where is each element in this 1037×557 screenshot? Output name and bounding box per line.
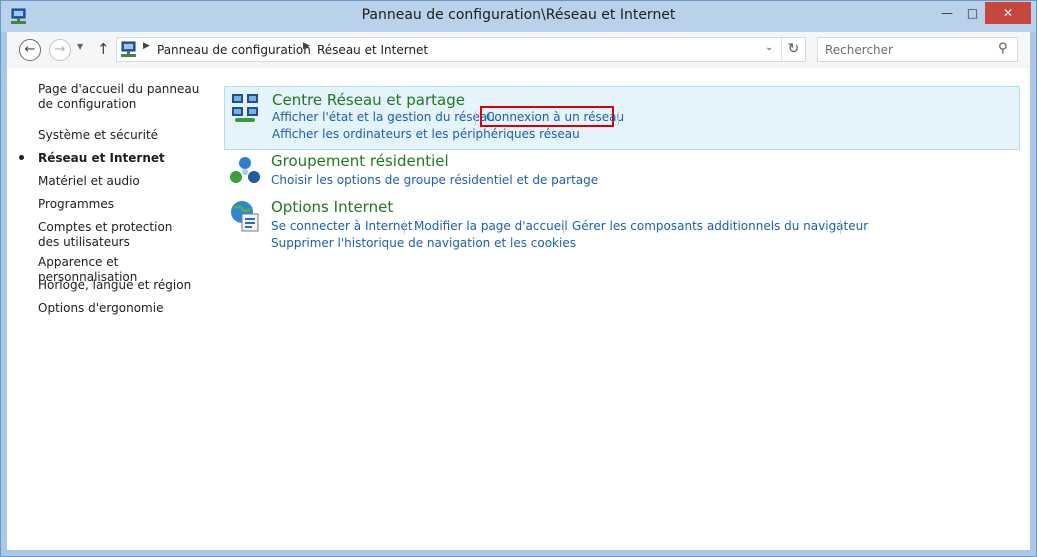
active-bullet-icon: [19, 155, 24, 160]
sidebar-item-hardware-sound[interactable]: Matériel et audio: [38, 174, 213, 189]
recent-locations-icon[interactable]: ▼: [77, 42, 83, 51]
link-network-status[interactable]: Afficher l'état et la gestion du réseau: [272, 110, 495, 124]
link-separator: [404, 220, 405, 234]
breadcrumb-separator-icon[interactable]: ▶: [143, 41, 150, 51]
breadcrumb-network-internet[interactable]: Réseau et Internet: [317, 43, 428, 57]
address-dropdown-icon[interactable]: ⌄: [765, 42, 773, 53]
sidebar-item-network-internet[interactable]: Réseau et Internet: [38, 151, 213, 166]
title-bar[interactable]: Panneau de configuration\Réseau et Inter…: [1, 1, 1036, 32]
link-separator: [563, 220, 564, 234]
category-title[interactable]: Centre Réseau et partage: [272, 91, 465, 109]
category-title[interactable]: Options Internet: [271, 198, 393, 216]
search-icon[interactable]: ⚲: [998, 41, 1008, 56]
category-homegroup: Groupement résidentiel Choisir les optio…: [224, 152, 1020, 192]
link-change-homepage[interactable]: Modifier la page d'accueil: [414, 219, 568, 233]
homegroup-icon: [230, 157, 260, 183]
maximize-button[interactable]: □: [960, 2, 985, 24]
search-input[interactable]: Rechercher ⚲: [817, 37, 1018, 62]
link-separator: [618, 111, 619, 125]
back-button[interactable]: ←: [19, 39, 41, 61]
link-delete-history[interactable]: Supprimer l'historique de navigation et …: [271, 236, 576, 250]
address-bar[interactable]: ▶ Panneau de configuration ▶ Réseau et I…: [116, 37, 806, 62]
sidebar-item-accounts[interactable]: Comptes et protection des utilisateurs: [38, 220, 188, 250]
sidebar: Page d'accueil du panneau de configurati…: [7, 68, 217, 550]
category-title[interactable]: Groupement résidentiel: [271, 152, 449, 170]
network-control-panel-icon: [121, 41, 136, 57]
up-arrow-icon[interactable]: ↑: [97, 40, 110, 58]
link-browser-addons[interactable]: Gérer les composants additionnels du nav…: [572, 219, 868, 233]
sidebar-item-ease-of-access[interactable]: Options d'ergonomie: [38, 301, 213, 316]
sidebar-item-programs[interactable]: Programmes: [38, 197, 213, 212]
internet-options-icon: [231, 201, 259, 232]
search-placeholder: Rechercher: [825, 43, 893, 57]
sidebar-item-clock-region[interactable]: Horloge, langue et région: [38, 278, 213, 293]
network-sharing-center-icon: [232, 94, 258, 122]
link-connect-to-network[interactable]: Connexion à un réseau: [486, 110, 624, 124]
link-connect-internet[interactable]: Se connecter à Internet: [271, 219, 413, 233]
link-homegroup-options[interactable]: Choisir les options de groupe résidentie…: [271, 173, 598, 187]
refresh-icon[interactable]: ↻: [781, 38, 805, 61]
link-separator: [840, 220, 841, 234]
minimize-button[interactable]: —: [934, 2, 960, 24]
forward-button[interactable]: →: [49, 39, 71, 61]
category-internet-options: Options Internet Se connecter à Internet…: [224, 197, 1020, 255]
navigation-bar: ← → ▼ ↑ ▶ Panneau de configuration ▶ Rés…: [7, 32, 1030, 68]
close-button[interactable]: ✕: [985, 2, 1031, 24]
sidebar-item-home[interactable]: Page d'accueil du panneau de configurati…: [38, 82, 213, 112]
link-view-computers-devices[interactable]: Afficher les ordinateurs et les périphér…: [272, 127, 580, 141]
category-network-sharing: Centre Réseau et partage Afficher l'état…: [224, 86, 1020, 150]
breadcrumb-separator-icon[interactable]: ▶: [303, 41, 310, 51]
breadcrumb-control-panel[interactable]: Panneau de configuration: [157, 43, 311, 57]
window-title: Panneau de configuration\Réseau et Inter…: [361, 7, 676, 23]
control-panel-window: Panneau de configuration\Réseau et Inter…: [0, 0, 1037, 557]
sidebar-item-system-security[interactable]: Système et sécurité: [38, 128, 213, 143]
main-content: Page d'accueil du panneau de configurati…: [7, 68, 1030, 550]
link-separator: [475, 111, 476, 125]
